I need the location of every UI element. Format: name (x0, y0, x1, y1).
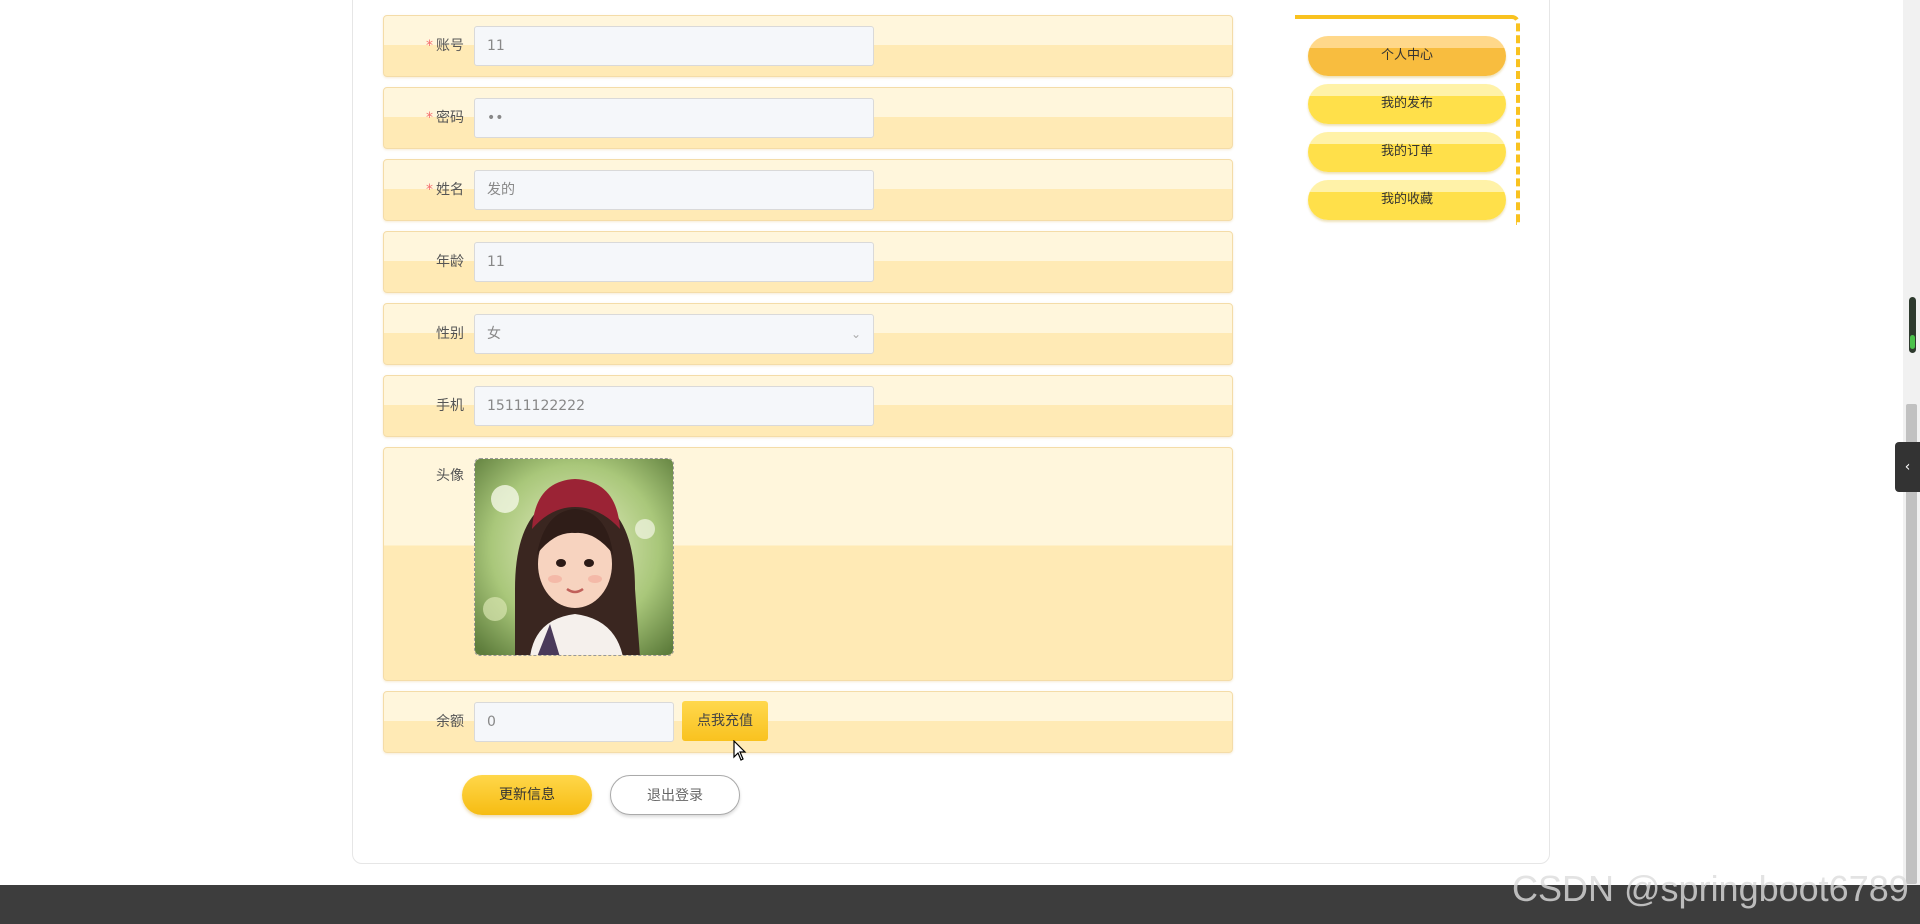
sidebar-item-profile[interactable]: 个人中心 (1308, 36, 1506, 76)
avatar-image (475, 459, 673, 655)
side-tab-toggle[interactable]: ‹ (1895, 442, 1920, 492)
field-label: 手机 (436, 398, 464, 414)
logout-button[interactable]: 退出登录 (610, 775, 740, 815)
sidebar-item-my-favorites[interactable]: 我的收藏 (1308, 180, 1506, 220)
form-row-phone: 手机 15111122222 (383, 375, 1233, 437)
watermark: CSDN @springboot6789 (1512, 868, 1909, 909)
form-row-password: * 密码 •• (383, 87, 1233, 149)
update-info-button[interactable]: 更新信息 (462, 775, 592, 815)
field-label: 性别 (436, 326, 464, 342)
field-label: 头像 (436, 468, 464, 484)
sidebar-item-my-posts[interactable]: 我的发布 (1308, 84, 1506, 124)
form-row-age: 年龄 11 (383, 231, 1233, 293)
age-input[interactable]: 11 (474, 242, 874, 282)
user-sidebar: 个人中心 我的发布 我的订单 我的收藏 (1295, 15, 1520, 225)
field-label: 年龄 (436, 254, 464, 270)
name-input[interactable]: 发的 (474, 170, 874, 210)
sidebar-item-my-orders[interactable]: 我的订单 (1308, 132, 1506, 172)
gender-select[interactable]: 女 ⌄ (474, 314, 874, 354)
form-row-account: * 账号 11 (383, 15, 1233, 77)
form-row-gender: 性别 女 ⌄ (383, 303, 1233, 365)
form-row-name: * 姓名 发的 (383, 159, 1233, 221)
field-label: * 账号 (426, 38, 464, 54)
field-label: * 密码 (426, 110, 464, 126)
chevron-left-icon: ‹ (1904, 459, 1911, 475)
chevron-down-icon: ⌄ (850, 327, 861, 341)
mouse-cursor-icon (733, 740, 747, 761)
password-input[interactable]: •• (474, 98, 874, 138)
account-input[interactable]: 11 (474, 26, 874, 66)
form-row-balance: 余额 0 点我充值 (383, 691, 1233, 753)
scroll-indicator (1909, 297, 1916, 353)
form-row-avatar: 头像 (383, 447, 1233, 681)
balance-input[interactable]: 0 (474, 702, 674, 742)
avatar-upload[interactable] (474, 458, 674, 656)
field-label: * 姓名 (426, 182, 464, 198)
field-label: 余额 (436, 714, 464, 730)
recharge-button[interactable]: 点我充值 (682, 701, 768, 741)
phone-input[interactable]: 15111122222 (474, 386, 874, 426)
